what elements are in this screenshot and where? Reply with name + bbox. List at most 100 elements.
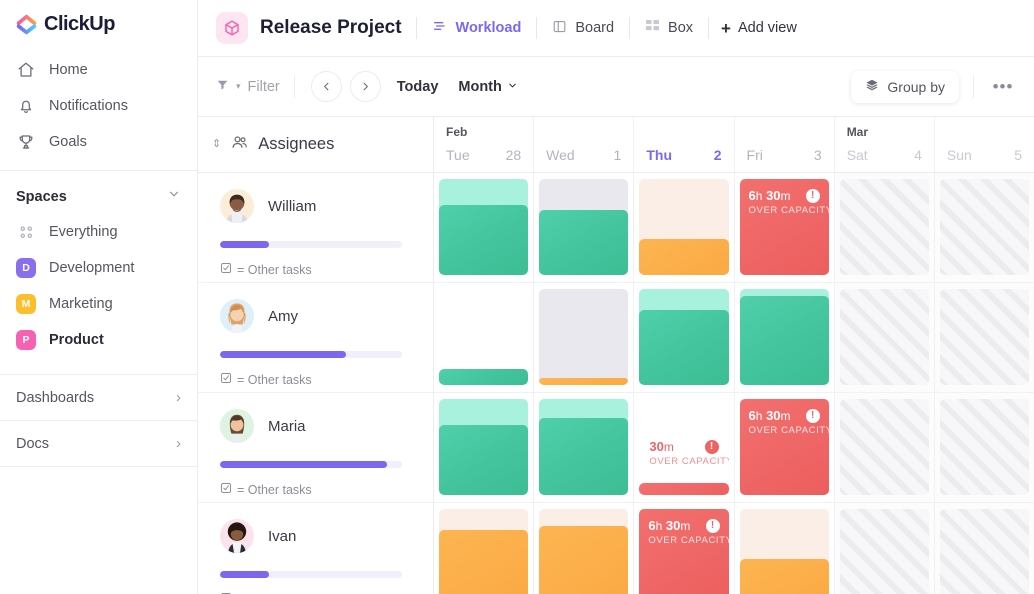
workload-cell[interactable] bbox=[434, 283, 534, 393]
assignee-row-maria[interactable]: Maria = Other tasks bbox=[198, 393, 433, 503]
workload-cell-weekend[interactable] bbox=[834, 283, 934, 393]
day-header-tue-28[interactable]: Feb Tue 28 bbox=[434, 117, 535, 172]
workload-cell-weekend[interactable] bbox=[934, 393, 1034, 503]
workload-cell[interactable] bbox=[634, 173, 734, 283]
day-header-wed-1[interactable]: Wed 1 bbox=[534, 117, 635, 172]
workload-bar-fill bbox=[539, 209, 629, 275]
space-label: Marketing bbox=[49, 296, 113, 312]
home-icon bbox=[16, 61, 35, 80]
workload-cell-over-capacity[interactable]: 6h 30m ! OVER CAPACITY bbox=[634, 503, 733, 594]
add-view-label: Add view bbox=[737, 20, 797, 36]
primary-nav: Home Notifications Goals bbox=[0, 46, 197, 160]
capacity-bar bbox=[220, 571, 402, 578]
workload-cell[interactable] bbox=[434, 173, 534, 283]
day-header-sat-4[interactable]: Mar Sat 4 bbox=[835, 117, 935, 172]
workload-bar-track bbox=[539, 289, 629, 385]
add-view-button[interactable]: + Add view bbox=[709, 11, 809, 45]
workload-bar-track: 30m ! OVER CAPACITY bbox=[639, 399, 729, 495]
assignee-identity: Ivan bbox=[220, 519, 411, 553]
workload-cell-over-capacity[interactable]: 6h 30m ! OVER CAPACITY bbox=[734, 173, 834, 283]
workload-cell[interactable] bbox=[534, 173, 634, 283]
workload-bar-fill bbox=[439, 204, 529, 275]
workload-cell-weekend[interactable] bbox=[934, 173, 1034, 283]
workload-bar-fill bbox=[539, 418, 629, 495]
workload-cell-over-capacity[interactable]: 30m ! OVER CAPACITY bbox=[634, 393, 734, 503]
workload-cell[interactable] bbox=[434, 503, 533, 594]
space-label: Development bbox=[49, 260, 135, 276]
tab-box[interactable]: Box bbox=[630, 11, 708, 45]
chevron-right-icon: › bbox=[176, 389, 181, 406]
workload-cell-weekend[interactable] bbox=[834, 173, 934, 283]
day-header-thu-2-today[interactable]: Thu 2 bbox=[634, 117, 735, 172]
sidebar-item-development[interactable]: D Development bbox=[0, 250, 197, 286]
spaces-title: Spaces bbox=[16, 188, 67, 205]
day-column-wed-1 bbox=[534, 173, 635, 594]
more-options-button[interactable]: ••• bbox=[988, 72, 1018, 102]
workload-cell[interactable] bbox=[434, 393, 534, 503]
workload-cell-weekend[interactable] bbox=[934, 283, 1034, 393]
sidebar-item-product[interactable]: P Product bbox=[0, 322, 197, 358]
range-selector[interactable]: Month bbox=[458, 79, 517, 95]
over-capacity-block: 6h 30m ! OVER CAPACITY bbox=[739, 399, 833, 495]
workload-cell-weekend[interactable] bbox=[834, 393, 934, 503]
weekend-stripes bbox=[839, 179, 929, 275]
brand-logo[interactable]: ClickUp bbox=[0, 0, 197, 46]
avatar-maria[interactable] bbox=[220, 409, 254, 443]
assignee-row-ivan[interactable]: Ivan = Other tasks bbox=[198, 503, 433, 594]
prev-period-button[interactable] bbox=[310, 71, 342, 102]
sidebar-item-home[interactable]: Home bbox=[0, 52, 197, 88]
workload-cell[interactable] bbox=[734, 283, 834, 393]
spaces-header[interactable]: Spaces bbox=[0, 171, 197, 214]
tab-label: Workload bbox=[455, 20, 522, 36]
tab-workload[interactable]: Workload bbox=[417, 11, 537, 45]
workload-cell[interactable] bbox=[534, 393, 634, 503]
range-label: Month bbox=[458, 78, 502, 95]
sidebar-item-label: Goals bbox=[49, 134, 87, 150]
assignees-header[interactable]: ⇕ Assignees bbox=[198, 117, 433, 173]
sidebar-item-marketing[interactable]: M Marketing bbox=[0, 286, 197, 322]
avatar-ivan[interactable] bbox=[220, 519, 254, 553]
sidebar-item-dashboards[interactable]: Dashboards › bbox=[0, 375, 197, 420]
sidebar-item-everything[interactable]: Everything bbox=[0, 214, 197, 250]
workload-cell[interactable] bbox=[735, 503, 834, 594]
other-tasks-row[interactable]: = Other tasks bbox=[220, 262, 411, 277]
day-header-fri-3[interactable]: Fri 3 bbox=[735, 117, 835, 172]
avatar-william[interactable] bbox=[220, 189, 254, 223]
sidebar-item-notifications[interactable]: Notifications bbox=[0, 88, 197, 124]
other-tasks-row[interactable]: = Other tasks bbox=[220, 482, 411, 497]
assignee-row-william[interactable]: William = Other tasks bbox=[198, 173, 433, 283]
space-badge-development: D bbox=[16, 258, 36, 278]
over-capacity-status: OVER CAPACITY bbox=[748, 425, 833, 436]
sort-updown-icon[interactable]: ⇕ bbox=[212, 139, 221, 150]
assignee-row-amy[interactable]: Amy = Other tasks bbox=[198, 283, 433, 393]
workload-cell[interactable] bbox=[634, 283, 734, 393]
workload-cell-weekend[interactable] bbox=[935, 503, 1034, 594]
workload-cell-weekend[interactable] bbox=[835, 503, 934, 594]
next-period-button[interactable] bbox=[349, 71, 381, 102]
group-by-button[interactable]: Group by bbox=[851, 70, 959, 103]
chevron-down-icon: ▾ bbox=[236, 81, 241, 91]
bell-icon bbox=[16, 97, 35, 116]
weekend-stripes bbox=[939, 289, 1030, 385]
box-cube-icon bbox=[216, 12, 248, 44]
weekend-stripes bbox=[939, 179, 1030, 275]
other-tasks-label: = Other tasks bbox=[237, 372, 312, 387]
other-tasks-row[interactable]: = Other tasks bbox=[220, 372, 411, 387]
sidebar-item-docs[interactable]: Docs › bbox=[0, 421, 197, 466]
workload-bar-fill bbox=[439, 530, 529, 594]
sidebar-item-goals[interactable]: Goals bbox=[0, 124, 197, 160]
workload-cell[interactable] bbox=[534, 283, 634, 393]
chevron-down-icon[interactable] bbox=[167, 187, 181, 206]
tab-board[interactable]: Board bbox=[537, 11, 629, 45]
workload-cell-over-capacity[interactable]: 6h 30m ! OVER CAPACITY bbox=[734, 393, 834, 503]
trophy-icon bbox=[16, 133, 35, 152]
over-capacity-duration: 6h 30m bbox=[648, 518, 691, 533]
avatar-amy[interactable] bbox=[220, 299, 254, 333]
workload-cell[interactable] bbox=[534, 503, 633, 594]
over-capacity-status: OVER CAPACITY bbox=[649, 456, 729, 467]
workload-bar-track bbox=[439, 179, 529, 275]
month-label: Mar bbox=[846, 125, 869, 139]
today-button[interactable]: Today bbox=[397, 79, 439, 95]
filter-button[interactable]: ▾ Filter bbox=[216, 78, 294, 95]
day-header-sun-5[interactable]: Sun 5 bbox=[935, 117, 1034, 172]
